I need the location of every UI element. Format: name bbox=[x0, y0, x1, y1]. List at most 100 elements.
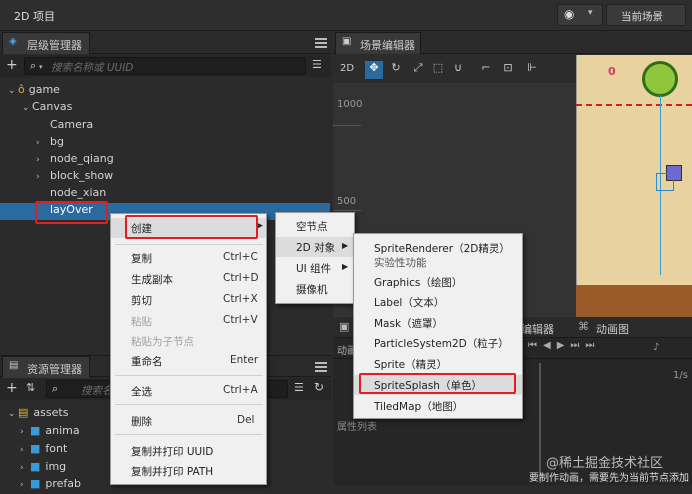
tree-node-game[interactable]: ⌄ ô game bbox=[0, 83, 330, 100]
menu-item-label: 2D 对象 bbox=[296, 242, 336, 254]
menu-separator bbox=[115, 434, 263, 435]
menu-separator bbox=[115, 404, 263, 405]
menu-item-copy-path[interactable]: 复制并打印 PATH bbox=[111, 461, 266, 481]
tree-node-bg[interactable]: › bg bbox=[0, 135, 330, 152]
menu-item-delete[interactable]: 删除 Del bbox=[111, 411, 266, 431]
tree-node-label: game bbox=[28, 83, 60, 96]
menu-icon[interactable] bbox=[315, 362, 327, 372]
menu-item-label: UI 组件 bbox=[296, 263, 332, 275]
context-menu: 创建 ▶ 复制 Ctrl+C 生成副本 Ctrl+D 剪切 Ctrl+X 粘贴 Ctrl… bbox=[110, 213, 267, 485]
anim-icon: ⌘ bbox=[578, 320, 589, 333]
rotate-tool-icon[interactable]: ↻ bbox=[387, 61, 405, 79]
menu-shortcut: Enter bbox=[230, 354, 259, 366]
tab-assets-label: 资源管理器 bbox=[27, 363, 82, 376]
search-icon: ⌕ bbox=[30, 59, 37, 72]
tree-node-camera[interactable]: Camera bbox=[0, 118, 330, 135]
search-placeholder: 搜索名 bbox=[81, 385, 113, 397]
menu-item-copy[interactable]: 复制 Ctrl+C bbox=[111, 248, 266, 268]
tab-assets[interactable]: ▤ 资源管理器 bbox=[2, 356, 90, 378]
menu-item-label: SpriteRenderer（2D精灵） bbox=[374, 243, 510, 255]
submenu-item-camera[interactable]: 摄像机 bbox=[276, 279, 354, 299]
menu-item-label: 删除 bbox=[131, 416, 152, 428]
menu-item-label: 复制 bbox=[131, 253, 152, 265]
folder-icon: ▤ bbox=[9, 360, 19, 371]
menu-item-label: 全选 bbox=[131, 386, 152, 398]
tree-node-block-show[interactable]: › block_show bbox=[0, 169, 330, 186]
submenu-item-ui-component[interactable]: UI 组件 ▶ bbox=[276, 258, 354, 278]
snap-icon[interactable]: ⌐ bbox=[477, 61, 495, 79]
menu-item-paste-child[interactable]: 粘贴为子节点 bbox=[111, 331, 266, 351]
zoom-label: 1/s bbox=[673, 370, 688, 381]
hierarchy-toolbar: + ⌕ ▾ 搜索名称或 UUID ☰ bbox=[0, 55, 331, 77]
menu-item-select-all[interactable]: 全选 Ctrl+A bbox=[111, 381, 266, 401]
asset-label: font bbox=[45, 442, 68, 455]
menu-separator bbox=[115, 244, 263, 245]
highlight-sprite-splash bbox=[359, 373, 516, 394]
tab-editor[interactable]: 编辑器 bbox=[521, 321, 554, 337]
submenu-item-2d-object[interactable]: 2D 对象 ▶ bbox=[276, 237, 354, 257]
sort-icon[interactable]: ⇅ bbox=[26, 381, 35, 394]
menu-item-label: Mask（遮罩） bbox=[374, 318, 444, 330]
preview-dropdown[interactable]: ◉ ▾ bbox=[557, 4, 603, 26]
asset-label: img bbox=[45, 460, 67, 473]
tab-hierarchy[interactable]: ◈ 层级管理器 bbox=[2, 32, 90, 54]
menu-item-cut[interactable]: 剪切 Ctrl+X bbox=[111, 290, 266, 310]
align-icon[interactable]: ⊩ bbox=[523, 61, 541, 79]
rect-tool-icon[interactable]: ⬚ bbox=[429, 61, 447, 79]
tab-scene[interactable]: ▣ 场景编辑器 bbox=[335, 32, 421, 54]
eye-icon: ◉ bbox=[564, 7, 575, 21]
menu-shortcut: Ctrl+C bbox=[223, 251, 258, 263]
list-icon[interactable]: ☰ bbox=[312, 58, 322, 71]
submenu-item-label[interactable]: Label（文本） bbox=[354, 292, 522, 312]
submenu-item-particle[interactable]: ParticleSystem2D（粒子） bbox=[354, 333, 522, 353]
hint-text: 要制作动画，需要先为当前节点添加 bbox=[529, 473, 689, 484]
submenu-item-sprite-renderer[interactable]: SpriteRenderer（2D精灵） 实验性功能 bbox=[354, 238, 522, 270]
move-tool-icon[interactable]: ✥ bbox=[365, 61, 383, 79]
highlight-layover bbox=[35, 201, 108, 224]
add-icon[interactable]: + bbox=[6, 57, 18, 73]
menu-item-rename[interactable]: 重命名 Enter bbox=[111, 351, 266, 371]
submenu-item-sprite[interactable]: Sprite（精灵） bbox=[354, 354, 522, 374]
hierarchy-search-input[interactable]: ⌕ ▾ 搜索名称或 UUID bbox=[24, 57, 306, 75]
menu-item-label: 粘贴为子节点 bbox=[131, 336, 194, 348]
asset-label: assets bbox=[33, 406, 69, 419]
tree-node-label: node_qiang bbox=[50, 152, 114, 165]
scene-select-label: 当前场景 bbox=[621, 11, 663, 23]
tab-animation[interactable]: 动画图 bbox=[596, 321, 629, 337]
scale-tool-icon[interactable]: ⤢ bbox=[409, 61, 427, 79]
create-submenu: 空节点 2D 对象 ▶ UI 组件 ▶ 摄像机 bbox=[275, 212, 355, 304]
highlight-create bbox=[125, 215, 258, 239]
menu-shortcut: Ctrl+X bbox=[223, 293, 258, 305]
collapse-icon[interactable]: ☰ bbox=[294, 381, 304, 394]
submenu-item-graphics[interactable]: Graphics（绘图） bbox=[354, 272, 522, 292]
menu-item-label: 粘贴 bbox=[131, 316, 152, 328]
2d-toggle[interactable]: 2D bbox=[340, 63, 354, 74]
film-icon: ▣ bbox=[339, 320, 350, 333]
menu-item-duplicate[interactable]: 生成副本 Ctrl+D bbox=[111, 269, 266, 289]
add-icon[interactable]: + bbox=[6, 380, 18, 396]
playback-controls[interactable]: ⏮◀▶⏭⏭ bbox=[528, 340, 668, 356]
limit-line bbox=[576, 104, 692, 106]
score-label: 0 bbox=[608, 65, 616, 78]
submenu-item-tiledmap[interactable]: TiledMap（地图） bbox=[354, 396, 522, 416]
menu-icon[interactable] bbox=[315, 38, 327, 48]
submenu-item-mask[interactable]: Mask（遮罩） bbox=[354, 313, 522, 333]
menu-item-paste[interactable]: 粘贴 Ctrl+V bbox=[111, 311, 266, 331]
app-title: 2D 项目 bbox=[14, 10, 55, 23]
tree-node-canvas[interactable]: ⌄ Canvas bbox=[0, 100, 330, 117]
submenu-item-empty-node[interactable]: 空节点 bbox=[276, 216, 354, 236]
folder-icon: ■ bbox=[30, 460, 41, 473]
menu-shortcut: Ctrl+V bbox=[223, 314, 258, 326]
menu-item-copy-uuid[interactable]: 复制并打印 UUID bbox=[111, 441, 266, 461]
anchor-tool-icon[interactable]: ∪ bbox=[449, 61, 467, 79]
refresh-icon[interactable]: ↻ bbox=[314, 380, 324, 394]
transform-icon[interactable]: ⊡ bbox=[499, 61, 517, 79]
bell-icon: ♪ bbox=[653, 342, 660, 353]
timeline-cursor[interactable] bbox=[539, 363, 541, 483]
tree-node-qiang[interactable]: › node_qiang bbox=[0, 152, 330, 169]
tree-node-label: bg bbox=[50, 135, 64, 148]
scene-select[interactable]: 当前场景 bbox=[606, 4, 686, 26]
database-icon: ▤ bbox=[18, 406, 29, 419]
chevron-right-icon: ▶ bbox=[342, 262, 349, 271]
ruler-label: 1000 bbox=[337, 99, 363, 110]
